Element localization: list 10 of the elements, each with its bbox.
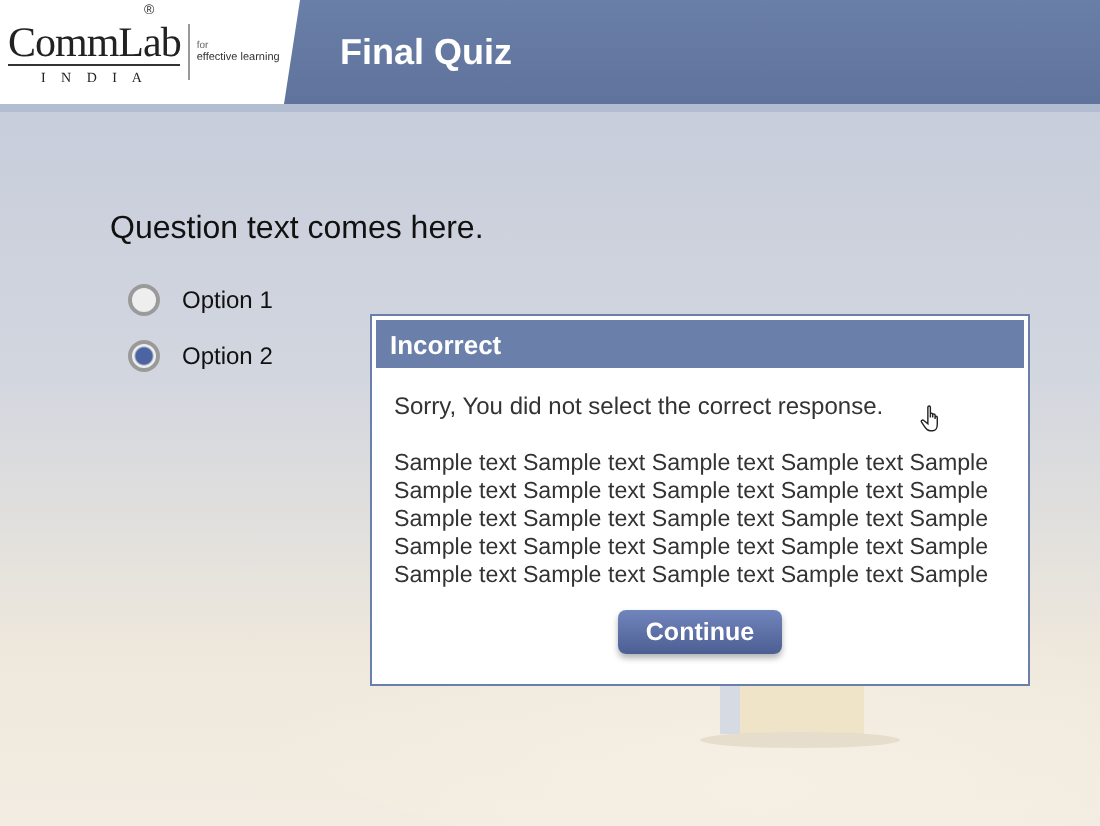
feedback-body: Sample text Sample text Sample text Sample text Sample Sample text Sample text Sample text Sample text Sample Sample text Sample text Sample text Sample text Sample Sample text Sample text Sample text Sample text Sample Sample text Sample text Sample text Sample text Sample (394, 450, 991, 590)
dialog-title: Incorrect (390, 329, 502, 359)
option-label[interactable]: Option 1 (182, 286, 273, 314)
hand-cursor-icon (919, 404, 942, 434)
quiz-title: Final Quiz (340, 31, 513, 73)
continue-button[interactable]: Continue (618, 610, 782, 654)
logo-wordmark: CommLab (8, 19, 181, 65)
question-text: Question text comes here. (110, 212, 486, 248)
option-label[interactable]: Option 2 (182, 342, 273, 370)
feedback-message: Sorry, You did not select the correct response. (394, 392, 884, 420)
